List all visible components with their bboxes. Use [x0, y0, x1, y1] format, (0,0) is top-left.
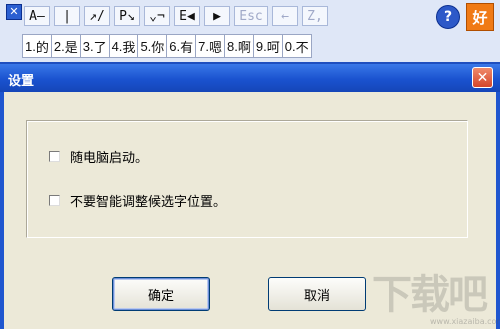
candidate-number: 4.	[111, 38, 123, 54]
page-next-button[interactable]: ▶	[204, 6, 230, 26]
option-label: 不要智能调整候选字位置。	[70, 195, 227, 210]
candidate-item[interactable]: 1. 的	[22, 34, 52, 58]
candidate-list: 1. 的 2. 是 3. 了 4. 我 5. 你 6. 有 7. 嗯 8. 啊 9. 呵 0. 不	[22, 34, 312, 58]
option-autostart[interactable]: 随电脑启动。	[49, 147, 148, 166]
stroke-button-row: A— | ↗/ P↘ ⌄¬ E◀ ▶ Esc ← Z,	[24, 6, 328, 28]
option-smart-position[interactable]: 不要智能调整候选字位置。	[49, 191, 226, 210]
candidate-item[interactable]: 8. 啊	[224, 34, 254, 58]
candidate-number: 7.	[198, 38, 209, 54]
candidate-number: 3.	[82, 38, 94, 54]
help-icon[interactable]: ?	[436, 5, 460, 29]
options-group: 随电脑启动。 不要智能调整候选字位置。	[26, 120, 468, 238]
dialog-title: 设置	[8, 74, 35, 89]
candidate-item[interactable]: 3. 了	[79, 34, 110, 58]
ok-button[interactable]: 确定	[112, 277, 210, 311]
page-prev-button[interactable]: E◀	[174, 6, 200, 26]
candidate-char: 你	[151, 40, 165, 56]
candidate-number: 6.	[169, 38, 181, 54]
candidate-number: 1.	[25, 38, 36, 54]
watermark-url: www.xiazaiba.com	[430, 317, 500, 326]
good-button[interactable]: 好	[466, 3, 494, 31]
stroke-button[interactable]: |	[54, 6, 80, 26]
backspace-button[interactable]: ←	[272, 6, 298, 26]
cancel-button[interactable]: 取消	[268, 277, 366, 311]
candidate-char: 有	[180, 40, 194, 56]
candidate-item[interactable]: 4. 我	[108, 34, 139, 58]
candidate-number: 5.	[140, 38, 152, 54]
candidate-char: 了	[93, 40, 107, 56]
stroke-button[interactable]: P↘	[114, 6, 140, 26]
ime-toolbar: ✕ A— | ↗/ P↘ ⌄¬ E◀ ▶ Esc ← Z, ? 好 1. 的 2.…	[0, 0, 500, 64]
autostart-checkbox[interactable]	[49, 151, 60, 162]
window-frame-right	[496, 92, 500, 329]
candidate-char: 嗯	[209, 40, 223, 56]
candidate-char: 呵	[266, 40, 280, 56]
candidate-item[interactable]: 9. 呵	[252, 34, 283, 58]
window-frame-left	[0, 92, 4, 329]
candidate-char: 啊	[237, 40, 251, 56]
candidate-number: 8.	[227, 38, 238, 54]
candidate-number: 0.	[284, 38, 296, 54]
candidate-char: 不	[295, 40, 309, 56]
candidate-char: 是	[64, 40, 78, 56]
stroke-button[interactable]: ↗/	[84, 6, 110, 26]
candidate-number: 2.	[53, 38, 65, 54]
esc-button[interactable]: Esc	[234, 6, 268, 26]
ime-close-icon[interactable]: ✕	[6, 4, 22, 20]
dialog-titlebar[interactable]: 设置 ✕	[0, 64, 500, 92]
candidate-item[interactable]: 0. 不	[281, 34, 312, 58]
z-button[interactable]: Z,	[302, 6, 328, 26]
candidate-char: 的	[35, 40, 49, 56]
stroke-button[interactable]: A—	[24, 6, 50, 26]
candidate-item[interactable]: 7. 嗯	[195, 34, 226, 58]
candidate-item[interactable]: 6. 有	[166, 34, 197, 58]
candidate-char: 我	[122, 40, 136, 56]
option-label: 随电脑启动。	[70, 151, 149, 166]
stroke-button[interactable]: ⌄¬	[144, 6, 170, 26]
candidate-item[interactable]: 5. 你	[137, 34, 168, 58]
smart-position-checkbox[interactable]	[49, 195, 60, 206]
close-icon[interactable]: ✕	[472, 67, 493, 88]
candidate-number: 9.	[255, 38, 267, 54]
candidate-item[interactable]: 2. 是	[50, 34, 81, 58]
